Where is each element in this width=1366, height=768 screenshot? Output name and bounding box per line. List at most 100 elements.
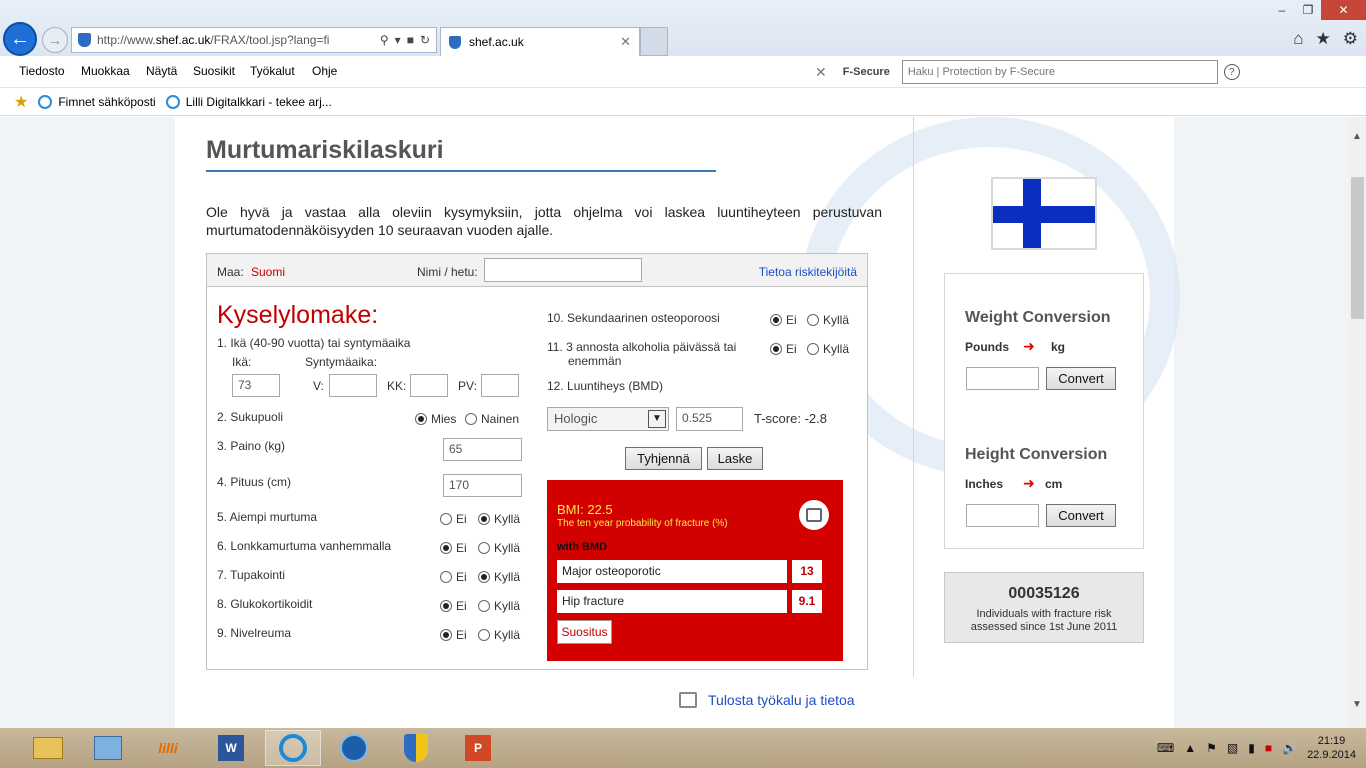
country-value-link[interactable]: Suomi <box>251 265 285 279</box>
radio-unselected <box>478 542 490 554</box>
radio-unselected <box>465 413 477 425</box>
weight-convert-button[interactable]: Convert <box>1046 367 1116 390</box>
close-window-button[interactable]: ✕ <box>1321 0 1366 20</box>
scroll-down-icon[interactable]: ▼ <box>1352 699 1362 710</box>
parent-hip-yes-radio[interactable]: Kyllä <box>478 541 520 555</box>
radio-selected <box>415 413 427 425</box>
secondary-osteoporosis-yes-radio[interactable]: Kyllä <box>807 313 849 327</box>
finland-flag[interactable] <box>991 177 1097 250</box>
taskbar-media-player[interactable] <box>326 730 382 766</box>
prior-fracture-yes-radio[interactable]: Kyllä <box>478 512 520 526</box>
acrobat-icon[interactable]: ■ <box>1265 741 1272 755</box>
menu-help[interactable]: Ohje <box>312 64 337 78</box>
bmd-device-select[interactable]: Hologic ▼ <box>547 407 669 431</box>
alcohol-yes-radio[interactable]: Kyllä <box>807 342 849 356</box>
media-player-icon <box>340 734 368 762</box>
network-icon[interactable]: ▧ <box>1227 741 1238 755</box>
forward-button[interactable]: → <box>42 27 68 53</box>
taskbar-powerpoint[interactable]: P <box>450 730 506 766</box>
minimize-button[interactable]: – <box>1269 0 1295 20</box>
smoking-no-radio[interactable]: Ei <box>440 570 467 584</box>
inches-input[interactable] <box>966 504 1039 527</box>
taskbar-control-panel[interactable] <box>80 730 136 766</box>
scroll-up-icon[interactable]: ▲ <box>1352 131 1362 142</box>
address-bar[interactable]: http://www.shef.ac.uk/FRAX/tool.jsp?lang… <box>71 27 437 53</box>
calculate-button[interactable]: Laske <box>707 447 763 470</box>
sex-male-radio[interactable]: Mies <box>415 412 456 426</box>
radio-label: Ei <box>456 599 467 613</box>
prior-fracture-no-radio[interactable]: Ei <box>440 512 467 526</box>
glucocorticoids-no-radio[interactable]: Ei <box>440 599 467 613</box>
system-clock[interactable]: 21:19 22.9.2014 <box>1307 734 1356 762</box>
taskbar-security[interactable] <box>388 730 444 766</box>
flag-icon[interactable]: ⚑ <box>1206 741 1217 755</box>
close-toolbar-icon[interactable]: ✕ <box>815 64 827 81</box>
browser-tab[interactable]: shef.ac.uk ✕ <box>440 27 640 56</box>
scroll-thumb[interactable] <box>1351 177 1364 319</box>
dropdown-icon[interactable]: ▾ <box>395 33 401 47</box>
favorite-link-lilli[interactable]: Lilli Digitalkkari - tekee arj... <box>165 94 332 109</box>
name-input[interactable] <box>484 258 642 282</box>
smoking-yes-radio[interactable]: Kyllä <box>478 570 520 584</box>
taskbar-internet-explorer[interactable] <box>265 730 321 766</box>
power-icon[interactable]: ▮ <box>1248 741 1255 755</box>
taskbar-word[interactable]: W <box>203 730 259 766</box>
gear-icon[interactable]: ⚙ <box>1343 29 1358 49</box>
print-tool-link[interactable]: Tulosta työkalu ja tietoa <box>679 692 855 708</box>
arthritis-yes-radio[interactable]: Kyllä <box>478 628 520 642</box>
question-8-label: 8. Glukokortikoidit <box>217 597 313 611</box>
day-input[interactable] <box>481 374 519 397</box>
menu-view[interactable]: Näytä <box>146 64 177 78</box>
url-prefix: http://www. <box>97 33 156 47</box>
new-tab-button[interactable] <box>640 27 668 56</box>
menu-file[interactable]: Tiedosto <box>19 64 65 78</box>
month-input[interactable] <box>410 374 448 397</box>
help-icon[interactable]: ? <box>1223 64 1240 80</box>
counter-description: Individuals with fracture risk assessed … <box>945 608 1143 634</box>
assessment-counter: 00035126 Individuals with fracture risk … <box>944 572 1144 643</box>
favorite-link-fimnet[interactable]: Fimnet sähköposti <box>38 94 156 109</box>
fsecure-search-input[interactable] <box>901 60 1218 84</box>
secondary-osteoporosis-no-radio[interactable]: Ei <box>770 313 797 327</box>
menu-tools[interactable]: Työkalut <box>250 64 295 78</box>
keyboard-icon[interactable]: ⌨ <box>1157 741 1174 755</box>
recommendation-button[interactable]: Suositus <box>557 620 612 644</box>
search-icon[interactable]: ⚲ <box>380 33 389 47</box>
add-favorite-star-icon[interactable]: ★ <box>14 92 28 112</box>
menu-edit[interactable]: Muokkaa <box>81 64 130 78</box>
url-text[interactable]: http://www.shef.ac.uk/FRAX/tool.jsp?lang… <box>97 33 380 47</box>
back-button[interactable]: ← <box>3 22 37 56</box>
weight-input[interactable]: 65 <box>443 438 522 461</box>
taskbar-lilli[interactable]: lilli <box>140 730 196 766</box>
glucocorticoids-yes-radio[interactable]: Kyllä <box>478 599 520 613</box>
sex-female-radio[interactable]: Nainen <box>465 412 519 426</box>
risk-factors-link[interactable]: Tietoa riskitekijöitä <box>759 265 857 279</box>
arthritis-no-radio[interactable]: Ei <box>440 628 467 642</box>
height-convert-button[interactable]: Convert <box>1046 504 1116 527</box>
refresh-icon[interactable]: ↻ <box>420 33 430 47</box>
bmd-value-input[interactable]: 0.525 <box>676 407 743 431</box>
parent-hip-no-radio[interactable]: Ei <box>440 541 467 555</box>
lock-icon[interactable]: ■ <box>407 33 414 47</box>
restore-button[interactable]: ❐ <box>1295 0 1321 20</box>
year-input[interactable] <box>329 374 377 397</box>
tray-expand-icon[interactable]: ▲ <box>1184 741 1196 755</box>
volume-icon[interactable]: 🔊 <box>1282 741 1297 755</box>
close-tab-icon[interactable]: ✕ <box>620 34 639 50</box>
home-icon[interactable]: ⌂ <box>1293 29 1303 49</box>
menu-favorites[interactable]: Suosikit <box>193 64 235 78</box>
clear-button[interactable]: Tyhjennä <box>625 447 702 470</box>
vertical-scrollbar[interactable]: ▲ ▼ <box>1349 117 1366 728</box>
radio-label: Mies <box>431 412 457 426</box>
fsecure-toolbar: ✕ F-Secure ? <box>815 60 1240 84</box>
radio-label: Ei <box>456 628 467 642</box>
hip-fracture-value: 9.1 <box>792 590 822 613</box>
print-result-button[interactable] <box>799 500 829 530</box>
height-input[interactable]: 170 <box>443 474 522 497</box>
alcohol-no-radio[interactable]: Ei <box>770 342 797 356</box>
counter-desc-line1: Individuals with fracture risk <box>976 608 1112 620</box>
taskbar-file-explorer[interactable] <box>20 730 76 766</box>
favorites-star-icon[interactable]: ★ <box>1316 29 1331 49</box>
pounds-input[interactable] <box>966 367 1039 390</box>
age-input[interactable]: 73 <box>232 374 280 397</box>
